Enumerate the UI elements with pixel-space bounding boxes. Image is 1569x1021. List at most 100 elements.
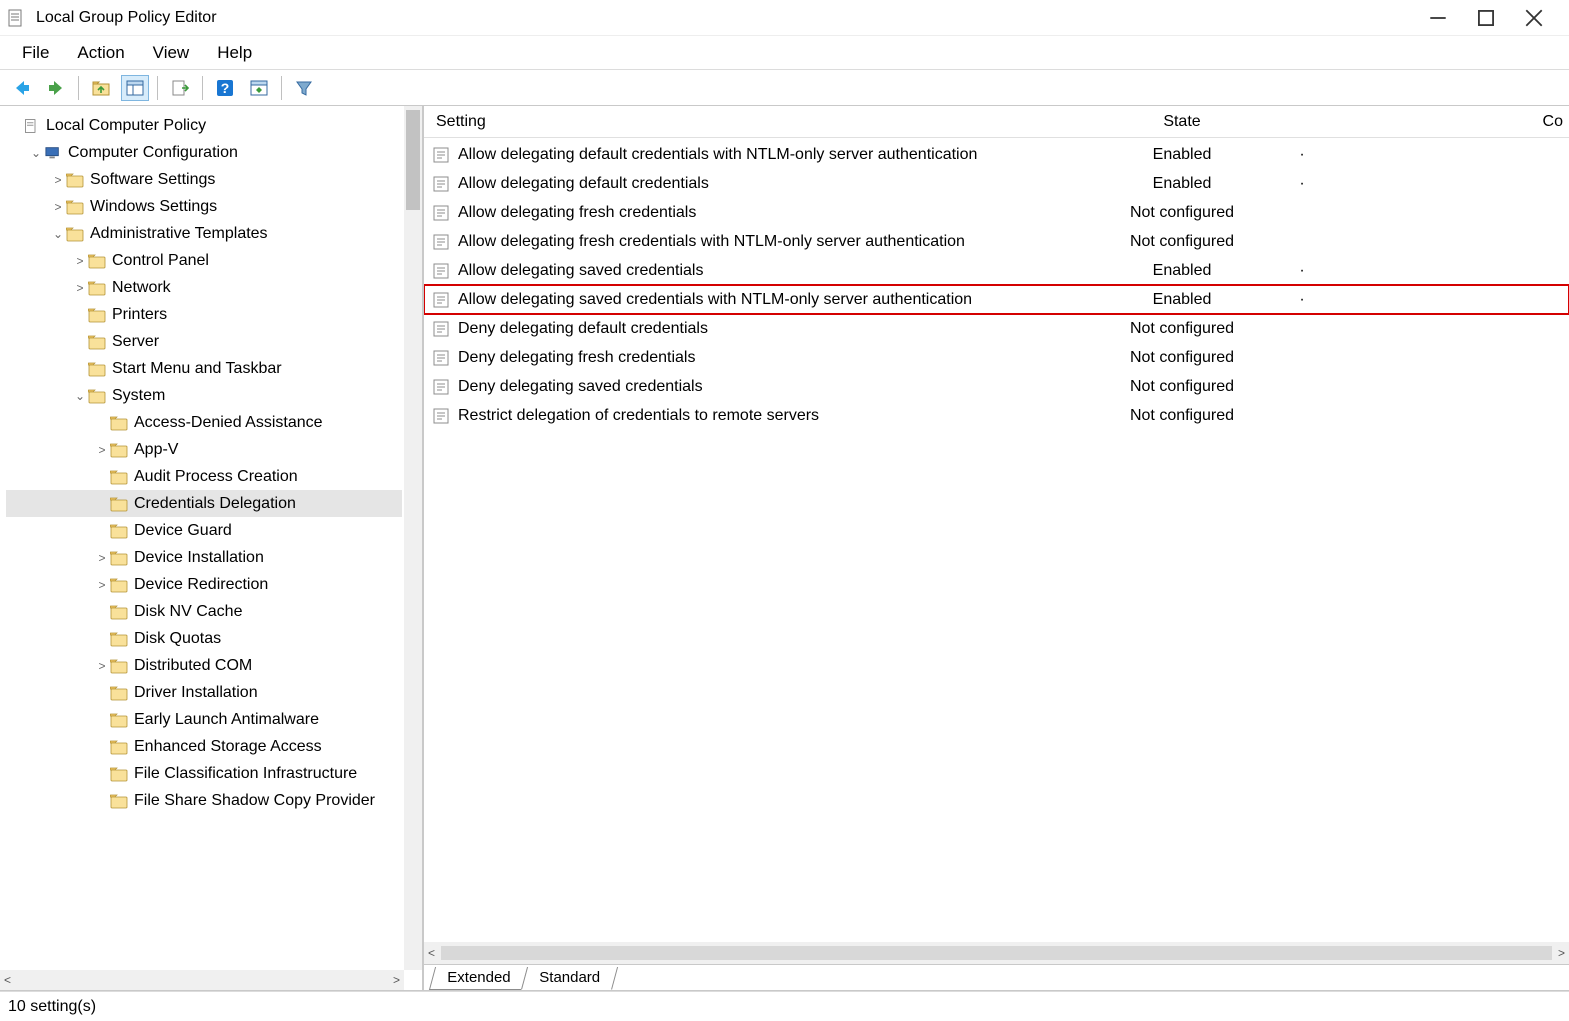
show-hide-tree-button[interactable]	[121, 75, 149, 101]
expander-icon[interactable]: >	[94, 443, 110, 457]
setting-row[interactable]: Allow delegating fresh credentials with …	[424, 227, 1569, 256]
tree-item-access-denied[interactable]: Access-Denied Assistance	[6, 409, 402, 436]
tree-item-file-class[interactable]: File Classification Infrastructure	[6, 760, 402, 787]
setting-row[interactable]: Allow delegating saved credentialsEnable…	[424, 256, 1569, 285]
tree-horizontal-scrollbar[interactable]: < >	[0, 970, 404, 990]
setting-row[interactable]: Restrict delegation of credentials to re…	[424, 401, 1569, 430]
tree-vertical-scrollbar[interactable]	[404, 106, 422, 970]
scroll-left-icon[interactable]: <	[428, 946, 435, 960]
policy-tree[interactable]: Local Computer Policy ⌄ Computer Configu…	[6, 112, 422, 814]
expander-icon[interactable]: >	[50, 200, 66, 214]
tree-item-early-launch[interactable]: Early Launch Antimalware	[6, 706, 402, 733]
details-horizontal-scrollbar[interactable]: < >	[424, 942, 1569, 964]
expander-icon[interactable]: >	[94, 578, 110, 592]
expander-icon[interactable]: >	[72, 254, 88, 268]
close-button[interactable]	[1525, 9, 1543, 27]
tree-label: Software Settings	[90, 171, 215, 189]
tree-item-device-redir[interactable]: >Device Redirection	[6, 571, 402, 598]
tab-extended[interactable]: Extended	[429, 967, 529, 990]
tab-standard[interactable]: Standard	[521, 967, 618, 990]
tree-item-admin-templates[interactable]: ⌄Administrative Templates	[6, 220, 402, 247]
expander-icon[interactable]: ⌄	[50, 227, 66, 241]
folder-icon	[66, 172, 84, 188]
folder-icon	[110, 469, 128, 485]
up-folder-button[interactable]	[87, 75, 115, 101]
tree-item-enhanced-storage[interactable]: Enhanced Storage Access	[6, 733, 402, 760]
expander-icon[interactable]: >	[50, 173, 66, 187]
minimize-button[interactable]	[1429, 9, 1447, 27]
back-button[interactable]	[8, 75, 36, 101]
setting-icon	[432, 349, 450, 367]
tree-item-device-install[interactable]: > Device Installation	[6, 544, 402, 571]
tree-item-cred-deleg[interactable]: Credentials Delegation	[6, 490, 402, 517]
settings-list[interactable]: Allow delegating default credentials wit…	[424, 138, 1569, 942]
scroll-right-icon[interactable]: >	[1558, 946, 1565, 960]
scroll-right-icon[interactable]: >	[393, 973, 400, 987]
export-list-button[interactable]	[166, 75, 194, 101]
setting-row[interactable]: Allow delegating fresh credentialsNot co…	[424, 198, 1569, 227]
folder-icon	[88, 361, 106, 377]
scrollbar-thumb[interactable]	[406, 110, 420, 210]
setting-row[interactable]: Deny delegating fresh credentialsNot con…	[424, 343, 1569, 372]
maximize-button[interactable]	[1477, 9, 1495, 27]
folder-icon	[110, 550, 128, 566]
menu-help[interactable]: Help	[203, 39, 266, 67]
tree-item-driver-install[interactable]: Driver Installation	[6, 679, 402, 706]
tree-item-control-panel[interactable]: >Control Panel	[6, 247, 402, 274]
expander-icon[interactable]: ⌄	[72, 389, 88, 403]
app-title: Local Group Policy Editor	[36, 9, 217, 27]
scrollbar-track[interactable]	[441, 946, 1552, 960]
tree-item-device-guard[interactable]: Device Guard	[6, 517, 402, 544]
folder-icon	[110, 793, 128, 809]
tree-item-start-menu[interactable]: Start Menu and Taskbar	[6, 355, 402, 382]
menu-view[interactable]: View	[139, 39, 204, 67]
tree-label: App-V	[134, 441, 178, 459]
filter-button[interactable]	[290, 75, 318, 101]
tree-label: Server	[112, 333, 159, 351]
expander-icon[interactable]: >	[94, 659, 110, 673]
tree-label: Distributed COM	[134, 657, 252, 675]
folder-icon	[110, 631, 128, 647]
setting-row[interactable]: Allow delegating saved credentials with …	[424, 285, 1569, 314]
column-header-setting[interactable]: Setting	[432, 113, 1072, 131]
tree-item-audit[interactable]: Audit Process Creation	[6, 463, 402, 490]
tree-item-file-share[interactable]: File Share Shadow Copy Provider	[6, 787, 402, 814]
scroll-left-icon[interactable]: <	[4, 973, 11, 987]
tree-label: Device Installation	[134, 549, 264, 567]
setting-name: Allow delegating default credentials wit…	[458, 146, 977, 164]
tree-label: Credentials Delegation	[134, 495, 296, 513]
tree-label: Access-Denied Assistance	[134, 414, 323, 432]
setting-row[interactable]: Allow delegating default credentialsEnab…	[424, 169, 1569, 198]
tree-root[interactable]: Local Computer Policy	[6, 112, 402, 139]
tree-item-disk-nv[interactable]: Disk NV Cache	[6, 598, 402, 625]
tree-item-network[interactable]: >Network	[6, 274, 402, 301]
column-header-state[interactable]: State	[1072, 113, 1292, 131]
tab-label: Extended	[447, 969, 510, 986]
policy-view-button[interactable]	[245, 75, 273, 101]
forward-button[interactable]	[42, 75, 70, 101]
menu-file[interactable]: File	[8, 39, 63, 67]
setting-row[interactable]: Deny delegating default credentialsNot c…	[424, 314, 1569, 343]
expander-icon[interactable]: ⌄	[28, 146, 44, 160]
expander-icon[interactable]: >	[72, 281, 88, 295]
tree-item-appv[interactable]: > App-V	[6, 436, 402, 463]
tree-item-software-settings[interactable]: > Software Settings	[6, 166, 402, 193]
tree-item-printers[interactable]: Printers	[6, 301, 402, 328]
setting-row[interactable]: Deny delegating saved credentialsNot con…	[424, 372, 1569, 401]
column-header-comment[interactable]: Co	[1292, 113, 1569, 131]
tree-item-windows-settings[interactable]: >Windows Settings	[6, 193, 402, 220]
tree-item-disk-quotas[interactable]: Disk Quotas	[6, 625, 402, 652]
expander-icon[interactable]: >	[94, 551, 110, 565]
list-header[interactable]: Setting State Co	[424, 106, 1569, 138]
setting-row[interactable]: Allow delegating default credentials wit…	[424, 140, 1569, 169]
details-pane: Setting State Co Allow delegating defaul…	[424, 106, 1569, 990]
setting-state: Not configured	[1072, 407, 1292, 425]
setting-icon	[432, 320, 450, 338]
help-button[interactable]: ?	[211, 75, 239, 101]
tree-computer-configuration[interactable]: ⌄ Computer Configuration	[6, 139, 402, 166]
tree-item-dcom[interactable]: > Distributed COM	[6, 652, 402, 679]
menu-action[interactable]: Action	[63, 39, 138, 67]
tree-label: Computer Configuration	[68, 144, 238, 162]
tree-item-server[interactable]: Server	[6, 328, 402, 355]
tree-item-system[interactable]: ⌄System	[6, 382, 402, 409]
